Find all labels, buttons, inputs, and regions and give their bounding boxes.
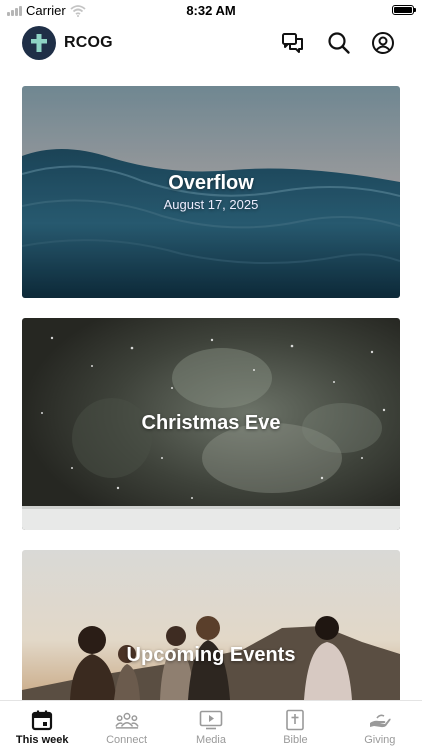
content-card-overflow[interactable]: Overflow August 17, 2025 [22, 86, 400, 298]
people-group-icon [114, 709, 139, 731]
search-icon [328, 32, 350, 54]
card-title: Christmas Eve [141, 412, 281, 434]
bottom-tab-bar: This week Connect Media Bible Giving [0, 700, 422, 750]
card-date: August 17, 2025 [163, 197, 259, 212]
play-screen-icon [199, 709, 223, 731]
card-text-christmas-eve: Christmas Eve [22, 412, 400, 435]
calendar-icon [30, 709, 54, 731]
tab-giving[interactable]: Giving [338, 701, 422, 750]
tab-media[interactable]: Media [169, 701, 253, 750]
card-text-overflow: Overflow August 17, 2025 [22, 172, 400, 212]
tab-label: Connect [106, 734, 148, 746]
search-button[interactable] [326, 30, 352, 56]
tab-bible[interactable]: Bible [253, 701, 337, 750]
user-circle-icon [372, 32, 394, 54]
app-name: RCOG [64, 34, 113, 51]
battery-icon [392, 5, 416, 15]
status-bar: Carrier 8:32 AM [0, 0, 422, 22]
tab-label: Giving [364, 734, 396, 746]
card-text-upcoming-events: Upcoming Events [22, 644, 400, 667]
bible-cross-icon [283, 709, 307, 731]
card-title: Upcoming Events [126, 644, 296, 666]
tab-connect[interactable]: Connect [84, 701, 168, 750]
clock: 8:32 AM [186, 3, 236, 18]
card-title: Overflow [168, 172, 254, 194]
people-at-sunset-image [22, 550, 400, 700]
app-header: RCOG [0, 24, 422, 64]
giving-hand-icon [368, 709, 392, 731]
tab-label: Bible [283, 734, 308, 746]
tab-label: This week [15, 734, 69, 746]
cross-icon[interactable] [22, 26, 56, 60]
chat-bubbles-icon [282, 33, 303, 53]
content-card-christmas-eve[interactable]: Christmas Eve [22, 318, 400, 530]
messages-button[interactable] [280, 30, 306, 56]
account-button[interactable] [370, 30, 396, 56]
tab-this-week[interactable]: This week [0, 701, 84, 750]
tab-label: Media [196, 734, 226, 746]
content-card-upcoming-events[interactable]: Upcoming Events [22, 550, 400, 700]
